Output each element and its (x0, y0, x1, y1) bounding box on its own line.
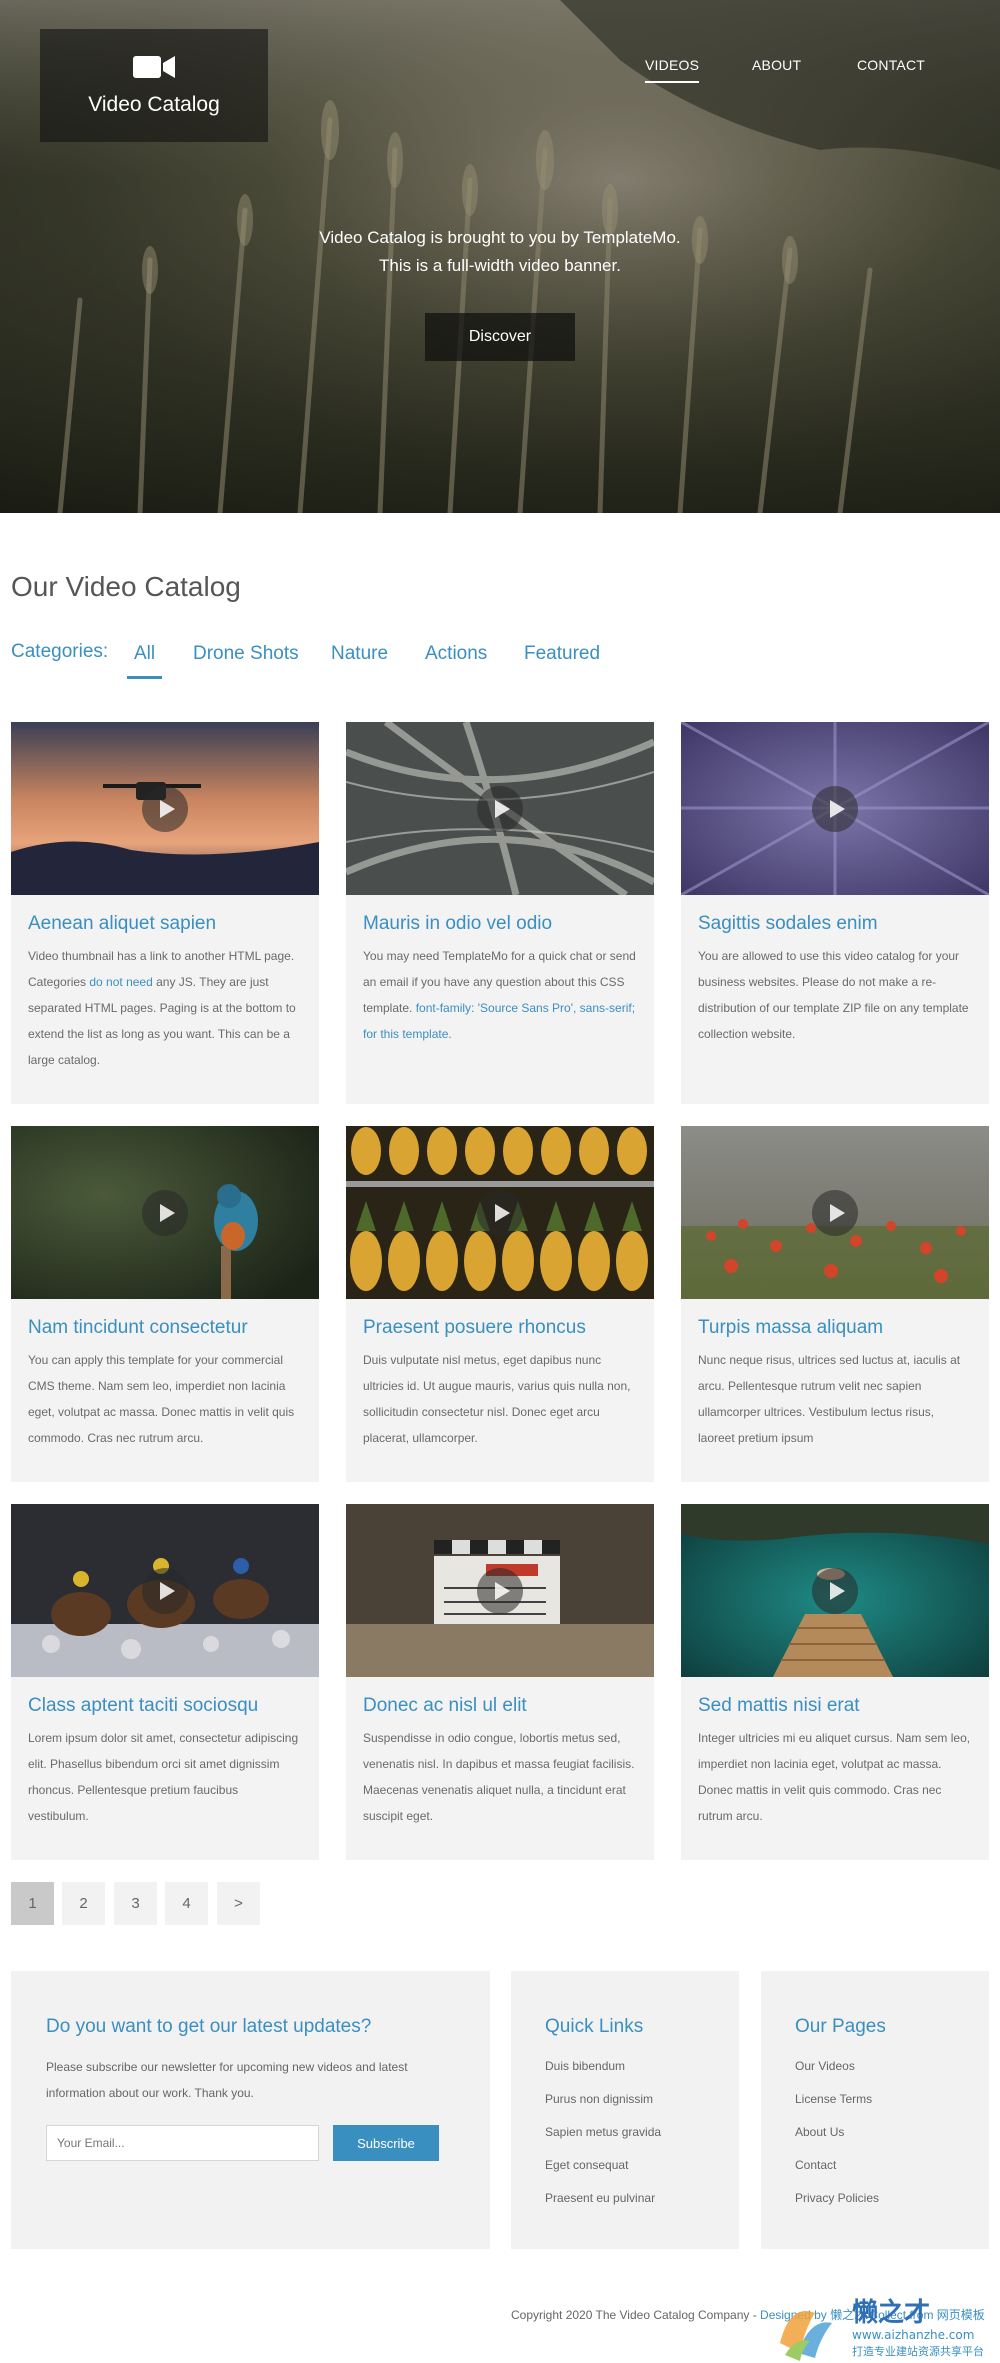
play-icon[interactable] (142, 1190, 188, 1236)
video-title[interactable]: Nam tincidunt consectetur (28, 1317, 302, 1339)
video-card[interactable]: Aenean aliquet sapien Video thumbnail ha… (11, 722, 319, 1104)
video-title[interactable]: Turpis massa aliquam (698, 1317, 972, 1339)
video-description: Duis vulputate nisl metus, eget dapibus … (363, 1353, 631, 1445)
newsletter-title: Do you want to get our latest updates? (46, 2016, 372, 2037)
page-1[interactable]: 1 (11, 1882, 54, 1925)
quick-link[interactable]: Purus non dignissim (545, 2092, 653, 2106)
inline-link[interactable]: do not need (89, 975, 152, 989)
quick-link[interactable]: Praesent eu pulvinar (545, 2191, 655, 2205)
video-thumbnail[interactable] (346, 722, 654, 895)
video-title[interactable]: Aenean aliquet sapien (28, 913, 302, 935)
video-card[interactable]: Sagittis sodales enim You are allowed to… (681, 722, 989, 1104)
play-icon[interactable] (477, 1568, 523, 1614)
hero-caption: Video Catalog is brought to you by Templ… (0, 224, 1000, 280)
nav-about[interactable]: ABOUT (752, 57, 801, 73)
page-link[interactable]: Contact (795, 2158, 836, 2172)
video-thumbnail[interactable] (346, 1504, 654, 1677)
video-thumbnail[interactable] (346, 1126, 654, 1299)
page-4[interactable]: 4 (165, 1882, 208, 1925)
video-description: Lorem ipsum dolor sit amet, consectetur … (28, 1731, 299, 1823)
video-description: Video thumbnail has a link to another HT… (28, 949, 296, 1067)
hero-line-1: Video Catalog is brought to you by Templ… (319, 228, 681, 247)
video-card[interactable]: Sed mattis nisi erat Integer ultricies m… (681, 1504, 989, 1860)
watermark-tagline: 打造专业建站资源共享平台 (852, 2344, 984, 2358)
video-title[interactable]: Donec ac nisl ul elit (363, 1695, 637, 1717)
video-thumbnail[interactable] (11, 1504, 319, 1677)
video-card[interactable]: Praesent posuere rhoncus Duis vulputate … (346, 1126, 654, 1482)
nav-contact[interactable]: CONTACT (857, 57, 925, 73)
video-card[interactable]: Donec ac nisl ul elit Suspendisse in odi… (346, 1504, 654, 1860)
category-tab-actions[interactable]: Actions (425, 643, 487, 665)
page-link[interactable]: License Terms (795, 2092, 872, 2106)
play-icon[interactable] (477, 786, 523, 832)
video-card[interactable]: Class aptent taciti sociosqu Lorem ipsum… (11, 1504, 319, 1860)
quick-link[interactable]: Eget consequat (545, 2158, 628, 2172)
newsletter-box: Do you want to get our latest updates? P… (11, 1971, 490, 2249)
page-2[interactable]: 2 (62, 1882, 105, 1925)
video-card[interactable]: Nam tincidunt consectetur You can apply … (11, 1126, 319, 1482)
video-thumbnail[interactable] (681, 1126, 989, 1299)
quick-link[interactable]: Duis bibendum (545, 2059, 625, 2073)
category-tab-featured[interactable]: Featured (524, 643, 600, 665)
hero-line-2: This is a full-width video banner. (379, 256, 621, 275)
quick-links-box: Quick Links Duis bibendum Purus non dign… (511, 1971, 739, 2249)
play-icon[interactable] (812, 1568, 858, 1614)
video-card[interactable]: Mauris in odio vel odio You may need Tem… (346, 722, 654, 1104)
watermark-name: 懒之才 (852, 2297, 930, 2328)
video-thumbnail[interactable] (11, 1126, 319, 1299)
email-input[interactable] (46, 2125, 319, 2161)
video-title[interactable]: Class aptent taciti sociosqu (28, 1695, 302, 1717)
category-tab-drone-shots[interactable]: Drone Shots (193, 643, 299, 665)
play-icon[interactable] (812, 786, 858, 832)
video-description: You may need TemplateMo for a quick chat… (363, 949, 636, 1041)
categories-label: Categories: (11, 641, 109, 662)
next-page-button[interactable]: > (217, 1882, 260, 1925)
catalog-title: Our Video Catalog (11, 571, 241, 602)
video-title[interactable]: Mauris in odio vel odio (363, 913, 637, 935)
brand-name: Video Catalog (88, 93, 220, 116)
video-description: You are allowed to use this video catalo… (698, 949, 969, 1041)
newsletter-text: Please subscribe our newsletter for upco… (46, 2060, 408, 2100)
play-icon[interactable] (477, 1190, 523, 1236)
nav-videos[interactable]: VIDEOS (645, 57, 700, 83)
page-link[interactable]: Privacy Policies (795, 2191, 879, 2205)
watermark-logo: 懒之才 www.aizhanzhe.com 打造专业建站资源共享平台 (780, 2297, 984, 2361)
category-tab-nature[interactable]: Nature (331, 643, 388, 665)
video-description: Suspendisse in odio congue, lobortis met… (363, 1731, 635, 1823)
play-icon[interactable] (142, 786, 188, 832)
category-tab-all[interactable]: All (126, 643, 163, 679)
video-thumbnail[interactable] (681, 1504, 989, 1677)
video-description: You can apply this template for your com… (28, 1353, 295, 1445)
page-link[interactable]: Our Videos (795, 2059, 855, 2073)
video-description: Nunc neque risus, ultrices sed luctus at… (698, 1353, 961, 1445)
hero-banner: Video Catalog VIDEOS ABOUT CONTACT Video… (0, 0, 1000, 513)
quick-links-title: Quick Links (545, 2016, 644, 2037)
watermark-url: www.aizhanzhe.com (852, 2328, 974, 2342)
play-icon[interactable] (812, 1190, 858, 1236)
video-thumbnail[interactable] (681, 722, 989, 895)
video-title[interactable]: Sagittis sodales enim (698, 913, 972, 935)
video-thumbnail[interactable] (11, 722, 319, 895)
video-description: Integer ultricies mi eu aliquet cursus. … (698, 1731, 971, 1823)
main-nav: VIDEOS ABOUT CONTACT (0, 57, 1000, 87)
page-link[interactable]: About Us (795, 2125, 844, 2139)
our-pages-box: Our Pages Our Videos License Terms About… (761, 1971, 989, 2249)
video-card[interactable]: Turpis massa aliquam Nunc neque risus, u… (681, 1126, 989, 1482)
discover-button[interactable]: Discover (425, 313, 575, 361)
quick-link[interactable]: Sapien metus gravida (545, 2125, 661, 2139)
video-title[interactable]: Sed mattis nisi erat (698, 1695, 972, 1717)
subscribe-button[interactable]: Subscribe (333, 2125, 439, 2161)
our-pages-title: Our Pages (795, 2016, 886, 2037)
video-title[interactable]: Praesent posuere rhoncus (363, 1317, 637, 1339)
play-icon[interactable] (142, 1568, 188, 1614)
page-3[interactable]: 3 (114, 1882, 157, 1925)
